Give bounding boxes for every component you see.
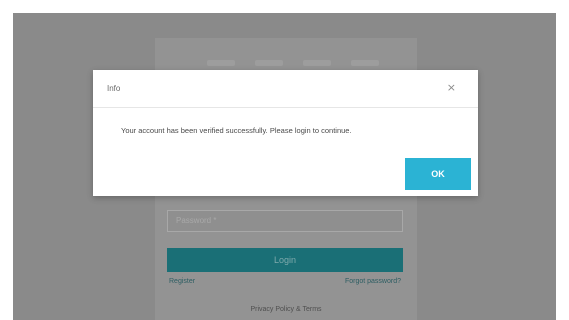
password-input[interactable]: Password * <box>167 210 403 232</box>
footer-link[interactable]: Privacy Policy & Terms <box>155 306 417 313</box>
login-tabs <box>207 60 379 66</box>
register-link[interactable]: Register <box>169 278 195 285</box>
modal-header: Info × <box>93 70 478 108</box>
modal-title: Info <box>107 84 121 93</box>
login-button[interactable]: Login <box>167 248 403 272</box>
close-icon[interactable]: × <box>447 81 456 94</box>
info-modal: Info × Your account has been verified su… <box>93 70 478 196</box>
ok-button[interactable]: OK <box>405 158 471 190</box>
screen: Password * Login Register Forgot passwor… <box>0 0 569 320</box>
login-tab[interactable] <box>207 60 235 66</box>
login-tab[interactable] <box>303 60 331 66</box>
login-tab[interactable] <box>255 60 283 66</box>
modal-message: Your account has been verified successfu… <box>121 126 352 135</box>
forgot-password-link[interactable]: Forgot password? <box>345 278 401 285</box>
login-tab[interactable] <box>351 60 379 66</box>
